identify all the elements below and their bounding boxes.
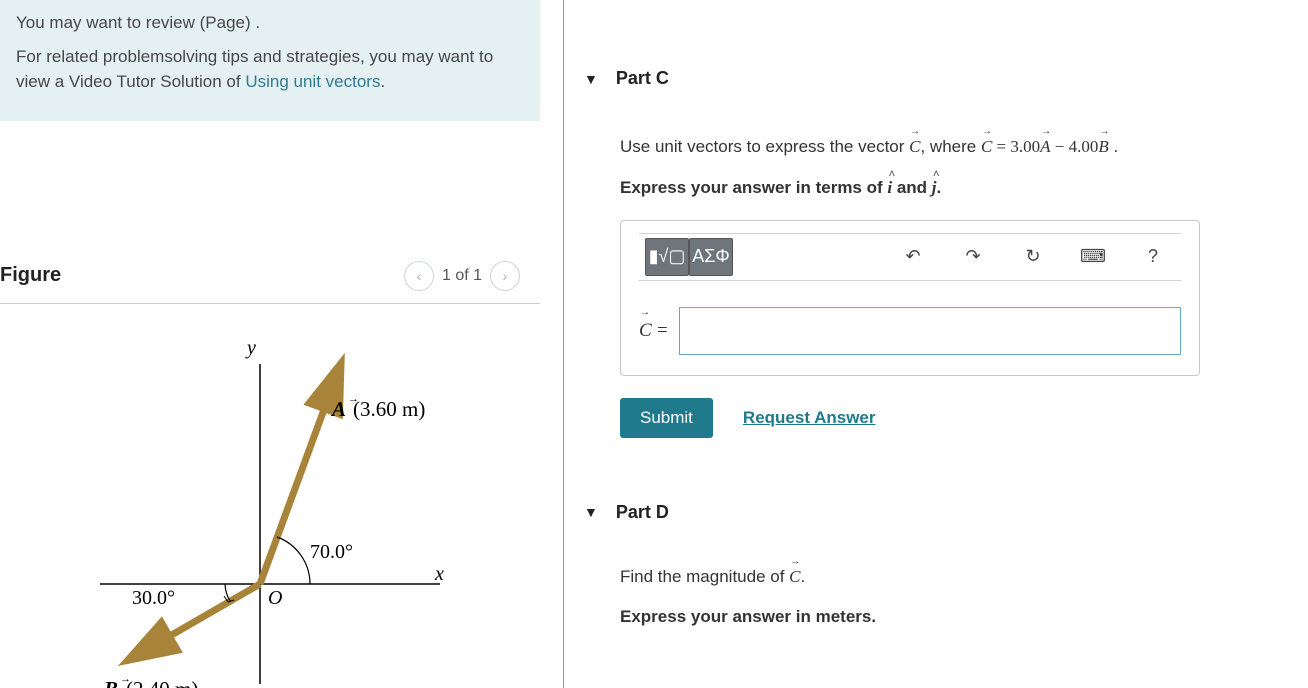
tips-text: For related problemsolving tips and stra…	[16, 44, 524, 95]
action-row: Submit Request Answer	[620, 398, 1288, 438]
video-tutor-link[interactable]: Using unit vectors	[245, 72, 380, 91]
answer-input[interactable]	[679, 307, 1181, 355]
figure-header: Figure ‹ 1 of 1 ›	[0, 261, 540, 304]
d-prompt-pre: Find the magnitude of	[620, 567, 789, 586]
part-c-block: ▼ Part C Use unit vectors to express the…	[584, 60, 1288, 438]
vector-c-symbol-d: C	[789, 567, 800, 586]
part-d-block: ▼ Part D Find the magnitude of C. Expres…	[584, 494, 1288, 628]
svg-text:30.0°: 30.0°	[132, 587, 175, 609]
figure-next-button[interactable]: ›	[490, 261, 520, 291]
part-d-title: Part D	[616, 502, 669, 523]
caret-down-icon: ▼	[584, 71, 598, 87]
prompt-mid: , where	[920, 137, 980, 156]
answer-container: ▮√▢ ΑΣΦ ↶ ↷ ↻ ⌨ ? C	[620, 220, 1200, 376]
part-d-header[interactable]: ▼ Part D	[584, 494, 1288, 532]
part-d-body: Find the magnitude of C. Express your an…	[584, 532, 1288, 628]
tips-post: .	[380, 72, 385, 91]
reset-button[interactable]: ↻	[1011, 238, 1055, 276]
svg-text:70.0°: 70.0°	[310, 541, 353, 563]
d-prompt-post: .	[801, 567, 806, 586]
answer-label: C =	[639, 320, 669, 342]
part-d-instruction: Express your answer in meters.	[620, 607, 1288, 627]
equation-toolbar: ▮√▢ ΑΣΦ ↶ ↷ ↻ ⌨ ?	[639, 233, 1181, 281]
figure-diagram: y x O A→ (3.60 m) 70.0° 30.0° B→ (2.40 m…	[0, 324, 540, 688]
figure-pager: ‹ 1 of 1 ›	[404, 261, 520, 291]
undo-button[interactable]: ↶	[891, 238, 935, 276]
review-text: You may want to review (Page) .	[16, 10, 524, 36]
part-c-body: Use unit vectors to express the vector C…	[584, 98, 1288, 438]
left-panel: You may want to review (Page) . For rela…	[0, 0, 564, 688]
redo-button[interactable]: ↷	[951, 238, 995, 276]
template-button[interactable]: ▮√▢	[645, 238, 689, 276]
prompt-pre: Use unit vectors to express the vector	[620, 137, 909, 156]
template-icon: ▮√▢	[649, 246, 686, 267]
instr-pre: Express your answer in terms of	[620, 178, 887, 197]
unit-j: j	[932, 178, 937, 197]
redo-icon: ↷	[965, 246, 980, 267]
unit-i: i	[887, 178, 892, 197]
vector-c-symbol: C	[909, 137, 920, 156]
greek-button[interactable]: ΑΣΦ	[689, 238, 733, 276]
keyboard-icon: ⌨	[1080, 246, 1106, 267]
undo-icon: ↶	[905, 246, 920, 267]
reset-icon: ↻	[1025, 246, 1040, 267]
part-c-prompt: Use unit vectors to express the vector C…	[620, 134, 1288, 160]
help-icon: ?	[1148, 246, 1158, 267]
figure-title: Figure	[0, 264, 61, 287]
caret-down-icon: ▼	[584, 504, 598, 520]
equation-c: C = 3.00A − 4.00B	[981, 137, 1109, 156]
part-c-title: Part C	[616, 68, 669, 89]
right-panel: ▼ Part C Use unit vectors to express the…	[564, 0, 1308, 688]
instr-and: and	[892, 178, 932, 197]
submit-button[interactable]: Submit	[620, 398, 713, 438]
review-info-box: You may want to review (Page) . For rela…	[0, 0, 540, 121]
svg-text:x: x	[434, 563, 444, 585]
svg-text:(3.60 m): (3.60 m)	[353, 397, 425, 421]
request-answer-link[interactable]: Request Answer	[743, 408, 876, 428]
svg-text:y: y	[245, 337, 256, 359]
help-button[interactable]: ?	[1131, 238, 1175, 276]
answer-eq-sign: =	[656, 320, 669, 342]
part-d-prompt: Find the magnitude of C.	[620, 564, 1288, 590]
prompt-post: .	[1109, 137, 1118, 156]
part-c-header[interactable]: ▼ Part C	[584, 60, 1288, 98]
keyboard-button[interactable]: ⌨	[1071, 238, 1115, 276]
svg-text:(2.40 m): (2.40 m)	[126, 677, 198, 688]
answer-vec-c: C	[639, 320, 652, 342]
svg-text:O: O	[268, 587, 282, 609]
part-c-instruction: Express your answer in terms of i and j.	[620, 178, 1288, 198]
greek-icon: ΑΣΦ	[692, 246, 730, 267]
figure-page-indicator: 1 of 1	[442, 267, 482, 285]
figure-prev-button[interactable]: ‹	[404, 261, 434, 291]
